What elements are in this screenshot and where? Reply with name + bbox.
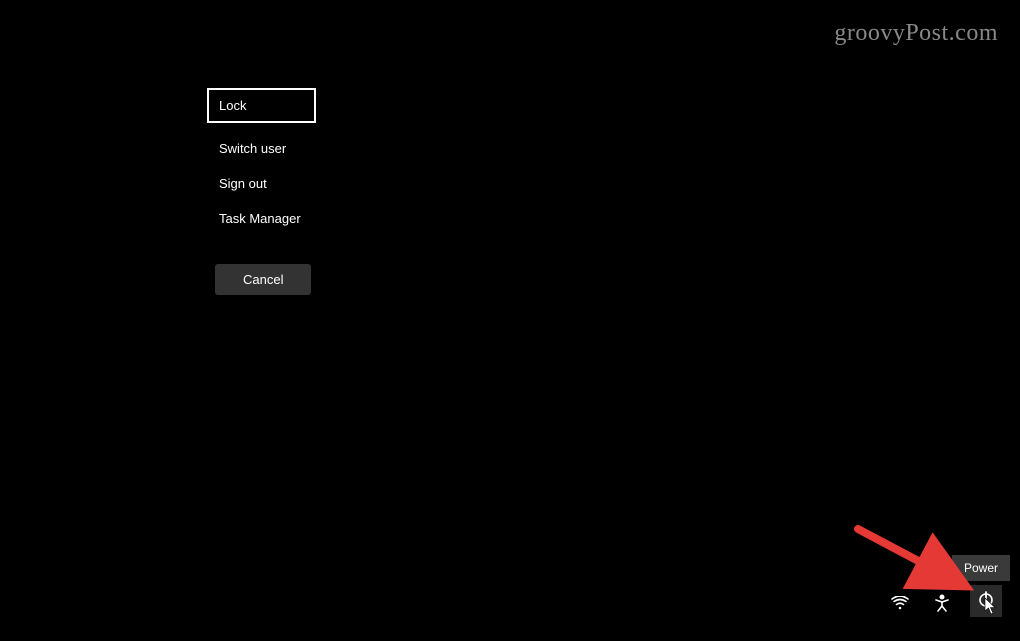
menu-item-label: Switch user bbox=[219, 141, 286, 156]
power-tooltip: Power bbox=[952, 555, 1010, 581]
power-icon bbox=[977, 590, 995, 613]
menu-item-switch-user[interactable]: Switch user bbox=[207, 131, 316, 166]
cancel-button[interactable]: Cancel bbox=[215, 264, 311, 295]
power-button[interactable] bbox=[970, 585, 1002, 617]
menu-item-label: Lock bbox=[219, 98, 246, 113]
watermark-text: groovyPost.com bbox=[834, 20, 998, 47]
menu-item-label: Sign out bbox=[219, 176, 267, 191]
menu-item-lock[interactable]: Lock bbox=[207, 88, 316, 123]
menu-item-sign-out[interactable]: Sign out bbox=[207, 166, 316, 201]
accessibility-icon[interactable] bbox=[928, 589, 956, 617]
cancel-button-label: Cancel bbox=[243, 272, 283, 287]
tooltip-label: Power bbox=[964, 561, 998, 575]
wifi-icon[interactable] bbox=[886, 589, 914, 617]
system-tray bbox=[886, 585, 1002, 617]
menu-item-label: Task Manager bbox=[219, 211, 301, 226]
security-options-menu: Lock Switch user Sign out Task Manager C… bbox=[207, 88, 316, 295]
menu-item-task-manager[interactable]: Task Manager bbox=[207, 201, 316, 236]
